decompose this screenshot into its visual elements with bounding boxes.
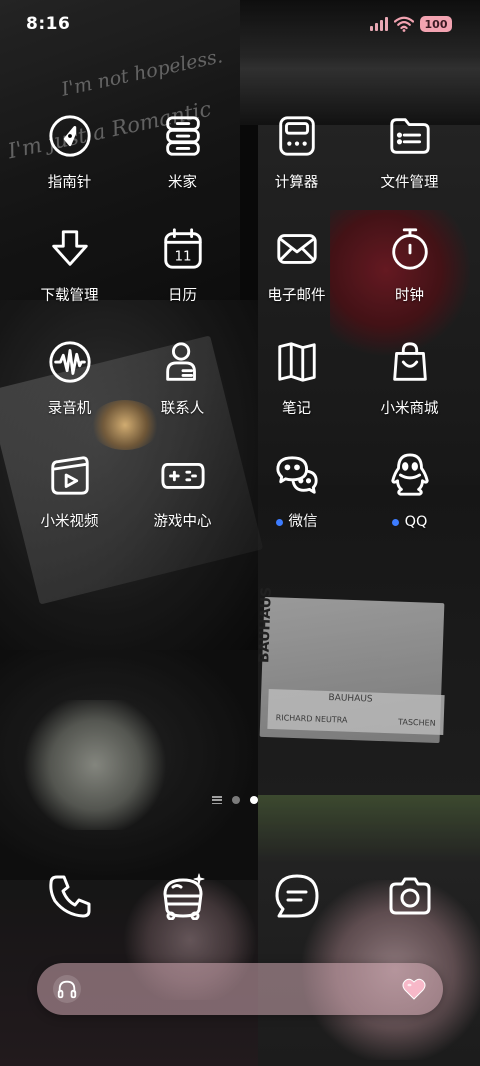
app-label: 计算器 xyxy=(274,175,319,191)
app-clock[interactable]: 时钟 xyxy=(353,223,466,305)
app-label: 小米视频 xyxy=(40,514,99,530)
app-label: 米家 xyxy=(168,175,197,191)
app-label: 文件管理 xyxy=(380,175,439,191)
app-label: 指南针 xyxy=(47,175,92,191)
app-label: QQ xyxy=(391,513,428,531)
status-icons: 100 xyxy=(370,16,452,32)
contacts-icon xyxy=(157,336,209,388)
music-widget[interactable] xyxy=(37,963,443,1015)
dock-messages[interactable] xyxy=(240,870,353,922)
app-label-text: QQ xyxy=(404,514,428,530)
signal-icon xyxy=(370,17,388,31)
app-email[interactable]: 电子邮件 xyxy=(240,223,353,305)
app-game-center[interactable]: 游戏中心 xyxy=(126,449,239,531)
download-icon xyxy=(44,223,96,275)
app-recorder[interactable]: 录音机 xyxy=(13,336,126,418)
app-download-manager[interactable]: 下载管理 xyxy=(13,223,126,305)
dock-phone[interactable] xyxy=(13,870,126,922)
app-label: 日历 xyxy=(168,288,197,304)
app-compass[interactable]: 指南针 xyxy=(13,110,126,192)
status-bar: 8:16 100 xyxy=(0,0,480,50)
recorder-icon xyxy=(44,336,96,388)
mijia-icon xyxy=(157,110,209,162)
app-qq[interactable]: QQ xyxy=(353,449,466,531)
clock-icon xyxy=(384,223,436,275)
app-label: 下载管理 xyxy=(40,288,99,304)
mi-video-icon xyxy=(44,449,96,501)
app-mi-video[interactable]: 小米视频 xyxy=(13,449,126,531)
phone-icon xyxy=(44,870,96,922)
app-label: 微信 xyxy=(275,513,318,531)
page-indicator[interactable] xyxy=(212,796,258,804)
menu-icon[interactable] xyxy=(212,796,222,804)
app-wechat[interactable]: 微信 xyxy=(240,449,353,531)
dock-themes[interactable] xyxy=(126,870,239,922)
camera-icon xyxy=(384,870,436,922)
messages-icon xyxy=(271,870,323,922)
status-time: 8:16 xyxy=(26,14,71,34)
app-calendar[interactable]: 11 日历 xyxy=(126,223,239,305)
new-badge xyxy=(275,518,283,526)
app-calculator[interactable]: 计算器 xyxy=(240,110,353,192)
headphones-icon[interactable] xyxy=(53,975,81,1003)
app-label: 游戏中心 xyxy=(153,514,212,530)
app-mi-store[interactable]: 小米商城 xyxy=(353,336,466,418)
page-dot-active[interactable] xyxy=(250,796,258,804)
mail-icon xyxy=(271,223,323,275)
battery-indicator: 100 xyxy=(420,16,452,32)
app-label: 时钟 xyxy=(395,288,424,304)
mi-store-icon xyxy=(384,336,436,388)
new-badge xyxy=(391,518,399,526)
game-center-icon xyxy=(157,449,209,501)
app-label: 笔记 xyxy=(282,401,311,417)
themes-icon xyxy=(157,870,209,922)
app-contacts[interactable]: 联系人 xyxy=(126,336,239,418)
page-dot[interactable] xyxy=(232,796,240,804)
qq-icon xyxy=(384,449,436,501)
app-mijia[interactable]: 米家 xyxy=(126,110,239,192)
app-label: 联系人 xyxy=(160,401,205,417)
compass-icon xyxy=(44,110,96,162)
calculator-icon xyxy=(271,110,323,162)
app-label: 电子邮件 xyxy=(267,288,326,304)
notes-icon xyxy=(271,336,323,388)
wechat-icon xyxy=(271,449,323,501)
wifi-icon xyxy=(394,16,414,32)
app-file-manager[interactable]: 文件管理 xyxy=(353,110,466,192)
file-manager-icon xyxy=(384,110,436,162)
calendar-icon: 11 xyxy=(157,223,209,275)
dock-camera[interactable] xyxy=(353,870,466,922)
calendar-day: 11 xyxy=(174,250,191,265)
app-notes[interactable]: 笔记 xyxy=(240,336,353,418)
app-label-text: 微信 xyxy=(288,514,318,530)
app-label: 小米商城 xyxy=(380,401,439,417)
app-label: 录音机 xyxy=(47,401,92,417)
heart-icon[interactable] xyxy=(401,976,427,1002)
